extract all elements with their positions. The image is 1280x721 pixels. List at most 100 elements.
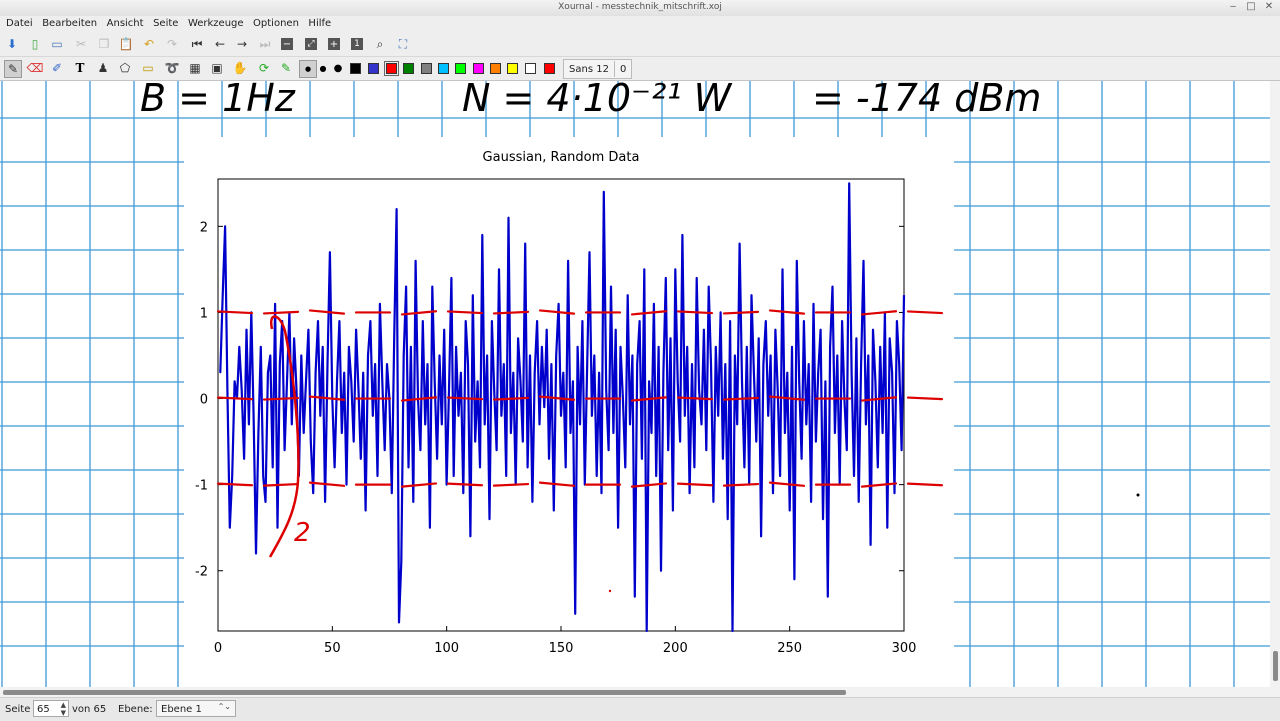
lasso-icon[interactable]: ➰ xyxy=(164,60,180,76)
highlighter-icon[interactable]: ✐ xyxy=(49,60,65,76)
menu-werkzeuge[interactable]: Werkzeuge xyxy=(188,16,244,31)
vertical-scroll-thumb[interactable] xyxy=(1273,651,1278,681)
series-point xyxy=(779,475,781,477)
series-point xyxy=(612,432,614,434)
series-point xyxy=(334,466,336,469)
series-point xyxy=(691,363,693,365)
layer-select[interactable]: Ebene 1 ⌃⌄ xyxy=(156,700,236,717)
color-magenta[interactable] xyxy=(473,63,484,74)
menu-optionen[interactable]: Optionen xyxy=(253,16,299,31)
refresh-icon[interactable]: ⟳ xyxy=(256,60,272,76)
font-selector[interactable]: Sans 12 0 xyxy=(563,59,633,79)
series-point xyxy=(567,260,569,262)
page-spinner[interactable]: 65 ▲ ▼ xyxy=(33,700,69,717)
color-black[interactable] xyxy=(350,63,361,74)
series-point xyxy=(581,320,583,322)
cut-icon[interactable]: ✂ xyxy=(73,36,89,52)
series-point xyxy=(326,363,329,365)
series-point xyxy=(341,432,343,434)
pen-icon[interactable]: ✎ xyxy=(4,60,22,78)
minimize-icon[interactable]: ‒ xyxy=(1228,1,1238,13)
rect-select-2-icon[interactable]: ▣ xyxy=(209,60,225,76)
save-icon[interactable]: ⬇ xyxy=(4,36,20,52)
vertical-scrollbar[interactable] xyxy=(1270,81,1280,687)
hand-icon[interactable]: ✋ xyxy=(232,60,248,76)
redo-icon[interactable]: ↷ xyxy=(164,36,180,52)
color-yellow[interactable] xyxy=(507,63,518,74)
series-point xyxy=(622,397,624,400)
series-point xyxy=(222,294,224,296)
previous-page-icon[interactable]: ← xyxy=(212,36,228,52)
series-point xyxy=(665,277,667,279)
series-point xyxy=(841,320,843,322)
first-page-icon[interactable]: ⏮ xyxy=(189,36,205,52)
zoom-in-icon[interactable]: + xyxy=(328,38,340,50)
thick-pen-icon[interactable]: ● xyxy=(330,60,346,76)
medium-pen-icon[interactable]: ● xyxy=(315,60,331,76)
shape-icon[interactable]: ⬠ xyxy=(117,60,133,76)
color-blue[interactable] xyxy=(368,63,379,74)
ruler-icon[interactable]: ▭ xyxy=(140,60,156,76)
series-point xyxy=(434,380,436,382)
copy-icon[interactable]: ❐ xyxy=(96,36,112,52)
series-point xyxy=(507,217,510,219)
series-point xyxy=(810,501,812,503)
zoom-out-icon[interactable]: − xyxy=(281,38,293,50)
close-icon[interactable]: ✕ xyxy=(1264,1,1274,13)
paste-icon[interactable]: 📋 xyxy=(118,36,134,52)
series-point xyxy=(565,466,567,469)
canvas-svg: B = 1Hz N = 4·10⁻²¹ W = -174 dBm Gaussia… xyxy=(0,81,1270,687)
menu-hilfe[interactable]: Hilfe xyxy=(308,16,331,31)
image-icon[interactable]: ♟ xyxy=(95,60,111,76)
new-page-icon[interactable]: ▯ xyxy=(27,36,43,52)
search-icon[interactable]: ⌕ xyxy=(372,36,388,52)
pen-default-icon[interactable]: ✎ xyxy=(278,60,294,76)
series-point xyxy=(669,337,672,339)
x-tick-label: 250 xyxy=(777,641,802,656)
horizontal-scrollbar[interactable] xyxy=(0,687,1280,697)
last-page-icon[interactable]: ⏭ xyxy=(257,36,273,52)
menu-datei[interactable]: Datei xyxy=(6,16,33,31)
series-point xyxy=(877,466,879,469)
maximize-icon[interactable]: □ xyxy=(1246,1,1256,13)
color-orange[interactable] xyxy=(490,63,501,74)
series-point xyxy=(457,415,460,417)
series-point xyxy=(376,475,379,477)
series-point xyxy=(686,346,688,348)
horizontal-scroll-thumb[interactable] xyxy=(3,690,846,695)
color-gray[interactable] xyxy=(421,63,432,74)
text-icon[interactable]: T xyxy=(72,60,88,76)
fullscreen-icon[interactable]: ⛶ xyxy=(395,36,411,52)
series-point xyxy=(295,389,298,391)
menu-bearbeiten[interactable]: Bearbeiten xyxy=(42,16,97,31)
series-point xyxy=(231,475,233,477)
chevron-updown-icon: ⌃⌄ xyxy=(217,702,231,711)
series-point xyxy=(362,372,364,374)
color-custom[interactable] xyxy=(544,63,555,74)
series-point xyxy=(629,423,631,425)
series-point xyxy=(484,423,486,425)
notebook-canvas[interactable]: B = 1Hz N = 4·10⁻²¹ W = -174 dBm Gaussia… xyxy=(0,81,1270,687)
color-light-green[interactable] xyxy=(455,63,466,74)
series-point xyxy=(741,380,743,382)
color-green[interactable] xyxy=(403,63,414,74)
eraser-icon[interactable]: ⌫ xyxy=(27,60,44,76)
menu-seite[interactable]: Seite xyxy=(153,16,178,31)
series-point xyxy=(272,466,274,469)
color-red-selected[interactable] xyxy=(384,61,399,76)
color-white[interactable] xyxy=(525,63,536,74)
zoom-fit-icon[interactable]: ⤢ xyxy=(305,38,317,50)
next-page-icon[interactable]: → xyxy=(234,36,250,52)
series-point xyxy=(865,423,867,425)
spinner-arrows-icon[interactable]: ▲ ▼ xyxy=(61,701,66,717)
series-point xyxy=(791,346,793,348)
series-point xyxy=(219,372,221,374)
series-point xyxy=(319,415,321,417)
series-point xyxy=(805,423,807,425)
menu-ansicht[interactable]: Ansicht xyxy=(107,16,144,31)
undo-icon[interactable]: ↶ xyxy=(141,36,157,52)
color-light-blue[interactable] xyxy=(438,63,449,74)
zoom-100-icon[interactable]: 1 xyxy=(351,38,363,50)
rect-select-icon[interactable]: ▦ xyxy=(187,60,203,76)
open-icon[interactable]: ▭ xyxy=(49,36,65,52)
